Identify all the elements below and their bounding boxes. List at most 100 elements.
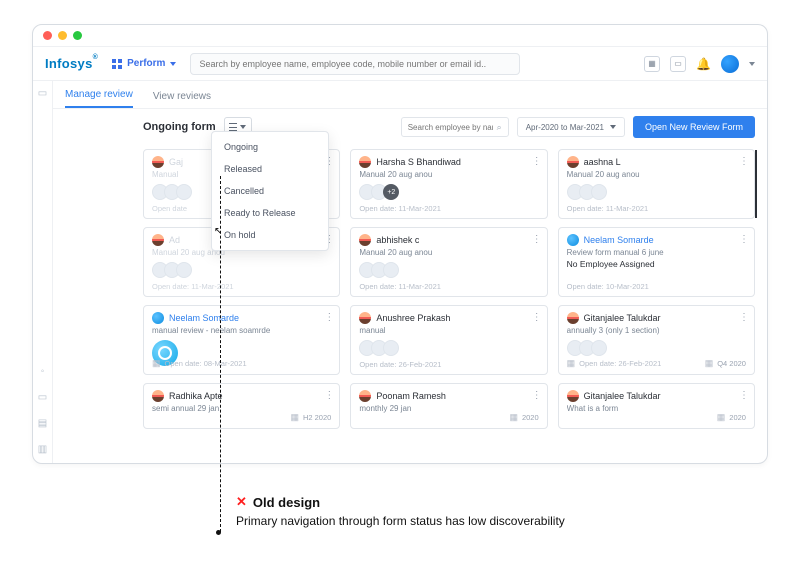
review-card[interactable]: Neelam Somarde⋮Review form manual 6 june… — [558, 227, 755, 297]
rail-icon-1[interactable]: ▭ — [37, 87, 49, 99]
card-period-badge: ▦2020 — [509, 412, 538, 423]
card-employee-name: Radhika Apte — [169, 391, 223, 401]
assignee-more-badge: +2 — [383, 184, 399, 200]
rail-icon-4[interactable]: ▥ — [37, 443, 49, 455]
dropdown-item[interactable]: Ready to Release — [212, 202, 328, 224]
kebab-icon[interactable]: ⋮ — [532, 234, 541, 245]
card-status-text: No Employee Assigned — [567, 259, 746, 269]
kebab-icon[interactable]: ⋮ — [739, 312, 748, 323]
employee-search[interactable]: ⌕ — [401, 117, 509, 137]
global-search-input[interactable] — [199, 59, 511, 69]
assignees — [152, 262, 331, 278]
avatar-icon — [359, 390, 371, 402]
toolbar: Ongoing form ⌕ Apr-2020 to Mar-2021 Open… — [53, 109, 767, 145]
assignee-avatar-icon — [591, 340, 607, 356]
review-card[interactable]: Gitanjalee Talukdar⋮annually 3 (only 1 s… — [558, 305, 755, 375]
card-employee-name: Anushree Prakash — [376, 313, 450, 323]
kebab-icon[interactable]: ⋮ — [324, 390, 333, 401]
open-new-review-button[interactable]: Open New Review Form — [633, 116, 755, 138]
review-card[interactable]: Poonam Ramesh⋮monthly 29 jan▦2020 — [350, 383, 547, 429]
card-open-date: Open date: 11-Mar-2021 — [359, 282, 441, 291]
avatar-icon — [567, 156, 579, 168]
assignees — [567, 184, 746, 200]
card-subtitle: Manual 20 aug anou — [359, 170, 538, 179]
main-content: Manage review View reviews Ongoing form … — [53, 81, 767, 463]
user-menu-chevron-icon[interactable] — [749, 62, 755, 66]
user-avatar[interactable] — [721, 55, 739, 73]
kebab-icon[interactable]: ⋮ — [532, 156, 541, 167]
rail-icon-2[interactable]: ▭ — [37, 391, 49, 403]
window-minimize-icon[interactable] — [58, 31, 67, 40]
annotation-title: ✕ Old design — [236, 494, 565, 510]
card-employee-name: Harsha S Bhandiwad — [376, 157, 461, 167]
card-employee-name: Neelam Somarde — [584, 235, 654, 245]
search-icon: ⌕ — [497, 122, 502, 133]
review-card[interactable]: Gitanjalee Talukdar⋮What is a form▦2020 — [558, 383, 755, 429]
global-search[interactable] — [190, 53, 520, 75]
review-card[interactable]: aashna L⋮Manual 20 aug anouOpen date: 11… — [558, 149, 755, 219]
kebab-icon[interactable]: ⋮ — [739, 390, 748, 401]
tab-bar: Manage review View reviews — [53, 81, 767, 109]
grid-icon — [112, 59, 122, 69]
header-actions: ▦ ▭ 🔔 — [644, 55, 755, 73]
rail-icon-3[interactable]: ▤ — [37, 417, 49, 429]
avatar-icon — [359, 312, 371, 324]
app-body: ▭ ◦ ▭ ▤ ▥ Manage review View reviews Ong… — [33, 81, 767, 463]
calendar-icon: ▦ — [705, 358, 714, 369]
calendar-icon: ▦ — [509, 412, 518, 423]
kebab-icon[interactable]: ⋮ — [532, 312, 541, 323]
kebab-icon[interactable]: ⋮ — [739, 156, 748, 167]
tab-view-reviews[interactable]: View reviews — [153, 91, 211, 108]
dropdown-item[interactable]: Ongoing — [212, 136, 328, 158]
employee-search-input[interactable] — [408, 123, 493, 132]
review-card[interactable]: Harsha S Bhandiwad⋮Manual 20 aug anou+2O… — [350, 149, 547, 219]
review-card[interactable]: Anushree Prakash⋮manualOpen date: 26-Feb… — [350, 305, 547, 375]
date-range-label: Apr-2020 to Mar-2021 — [526, 123, 604, 132]
inbox-icon[interactable]: ▭ — [670, 56, 686, 72]
chevron-down-icon — [170, 62, 176, 66]
kebab-icon[interactable]: ⋮ — [532, 390, 541, 401]
tab-manage-review[interactable]: Manage review — [65, 89, 133, 108]
annotation-subtitle: Primary navigation through form status h… — [236, 514, 565, 528]
card-employee-name: Neelam Somarde — [169, 313, 239, 323]
card-subtitle: Manual 20 aug anou — [567, 170, 746, 179]
card-employee-name: Poonam Ramesh — [376, 391, 446, 401]
assignee-avatar-icon — [591, 184, 607, 200]
window-maximize-icon[interactable] — [73, 31, 82, 40]
bell-icon[interactable]: 🔔 — [696, 57, 711, 71]
dropdown-item[interactable]: Cancelled — [212, 180, 328, 202]
assignees — [359, 340, 538, 356]
date-range-picker[interactable]: Apr-2020 to Mar-2021 — [517, 117, 625, 137]
avatar-icon — [359, 156, 371, 168]
avatar-icon — [567, 234, 579, 246]
assignee-avatar-icon — [383, 340, 399, 356]
dropdown-item[interactable]: Released — [212, 158, 328, 180]
card-open-date: Open date: 26-Feb-2021 — [359, 360, 441, 369]
chevron-down-icon — [610, 125, 616, 129]
avatar-icon — [567, 390, 579, 402]
card-employee-name: aashna L — [584, 157, 621, 167]
annotation-title-text: Old design — [253, 495, 320, 510]
assignee-avatar-icon — [383, 262, 399, 278]
dropdown-item[interactable]: On hold — [212, 224, 328, 246]
avatar-icon — [152, 156, 164, 168]
avatar-icon — [152, 390, 164, 402]
cards-grid-wrap: Gaj⋮ManualOpen dateHarsha S Bhandiwad⋮Ma… — [53, 145, 767, 463]
card-open-date: ▦Open date: 26-Feb-2021 — [567, 358, 662, 369]
review-card[interactable]: abhishek c⋮Manual 20 aug anouOpen date: … — [350, 227, 547, 297]
card-open-date: Open date: 10-Mar-2021 — [567, 282, 649, 291]
calendar-icon[interactable]: ▦ — [644, 56, 660, 72]
kebab-icon[interactable]: ⋮ — [739, 234, 748, 245]
calendar-icon: ▦ — [567, 358, 576, 369]
review-card[interactable]: Neelam Somarde ⋮ manual review - neelam so… — [143, 305, 340, 375]
x-icon: ✕ — [236, 494, 247, 510]
assignee-avatar-icon — [176, 184, 192, 200]
window-close-icon[interactable] — [43, 31, 52, 40]
brand-logo: Infosys® — [45, 56, 98, 71]
perform-nav-button[interactable]: Perform — [112, 58, 176, 69]
calendar-icon: ▦ — [290, 412, 299, 423]
rail-icon-user[interactable]: ◦ — [37, 365, 49, 377]
kebab-icon[interactable]: ⋮ — [324, 312, 333, 323]
card-subtitle: manual review - neelam soamrde — [152, 326, 331, 335]
review-card[interactable]: Radhika Apte⋮semi annual 29 jan▦H2 2020 — [143, 383, 340, 429]
